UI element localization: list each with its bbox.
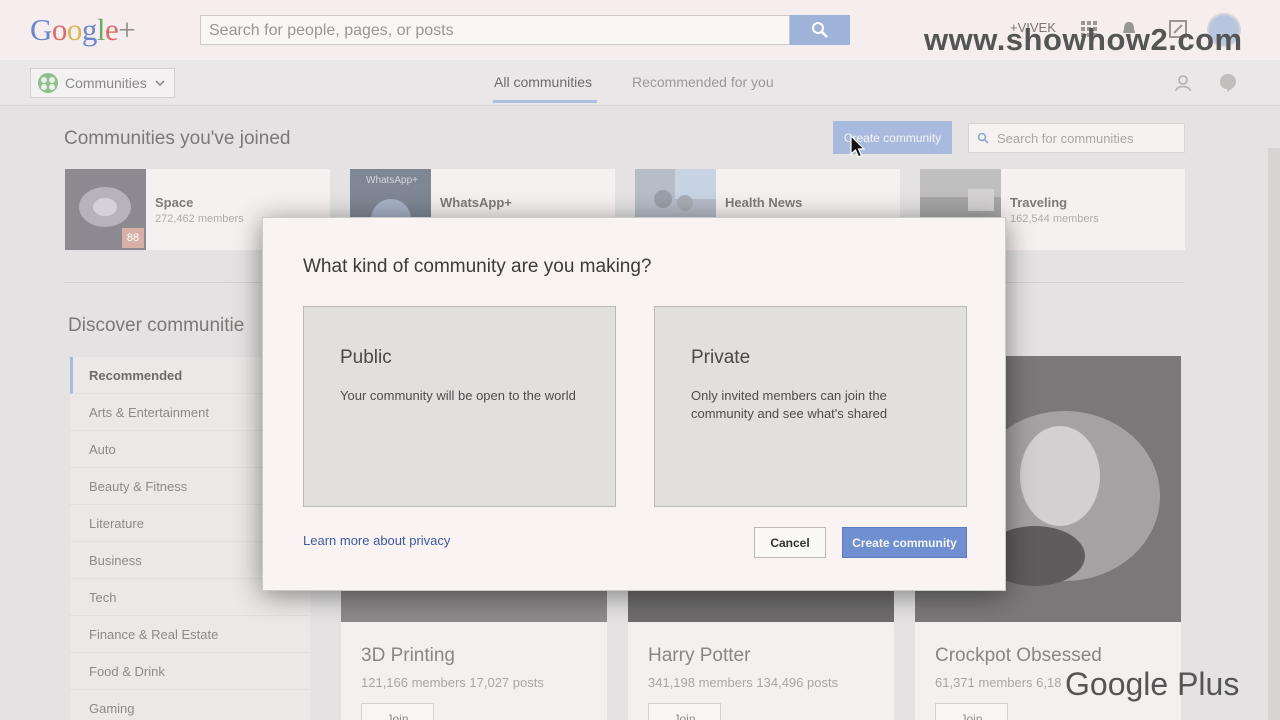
cancel-button[interactable]: Cancel xyxy=(754,527,826,558)
community-members: 162,544 members xyxy=(1010,213,1099,225)
communities-dropdown[interactable]: Communities xyxy=(30,68,175,98)
category-item-food[interactable]: Food & Drink xyxy=(70,653,310,690)
search-placeholder: Search for communities xyxy=(997,130,1134,146)
community-name: Space xyxy=(155,195,194,210)
search-icon xyxy=(812,22,828,38)
community-search-input[interactable]: Search for communities xyxy=(968,123,1185,153)
mouse-cursor-icon xyxy=(850,135,866,158)
search-icon xyxy=(977,132,989,144)
page-scrollbar[interactable] xyxy=(1268,148,1280,720)
create-community-confirm-button[interactable]: Create community xyxy=(842,527,967,558)
join-button[interactable]: Join xyxy=(935,703,1008,720)
discover-section-title: Discover communitie xyxy=(68,315,245,336)
search-button[interactable] xyxy=(790,15,850,45)
community-meta: 121,166 members 17,027 posts xyxy=(361,675,544,690)
community-title: 3D Printing xyxy=(361,645,455,666)
join-button[interactable]: Join xyxy=(648,703,721,720)
community-name: Traveling xyxy=(1010,195,1068,210)
tab-all-communities[interactable]: All communities xyxy=(494,74,592,90)
create-community-dialog: What kind of community are you making? P… xyxy=(262,217,1006,591)
joined-section-title: Communities you've joined xyxy=(64,128,291,149)
active-tab-indicator xyxy=(493,100,597,103)
thumb-text: WhatsApp+ xyxy=(366,175,418,186)
search-input[interactable]: Search for people, pages, or posts xyxy=(200,15,790,45)
option-title-public: Public xyxy=(340,347,392,368)
option-desc-private: Only invited members can join the commun… xyxy=(691,388,888,421)
option-title-private: Private xyxy=(691,347,751,368)
community-meta: 341,198 members 134,496 posts xyxy=(648,675,839,690)
google-plus-logo[interactable]: Google+ xyxy=(30,12,136,48)
community-name: WhatsApp+ xyxy=(440,195,512,210)
hangouts-icon[interactable] xyxy=(1217,72,1239,94)
category-item-finance[interactable]: Finance & Real Estate xyxy=(70,616,310,653)
chevron-down-icon xyxy=(155,80,165,86)
communities-icon xyxy=(38,73,58,93)
community-meta: 61,371 members 6,18 xyxy=(935,675,1062,690)
private-option-card[interactable]: Private Only invited members can join th… xyxy=(654,306,967,507)
tab-recommended[interactable]: Recommended for you xyxy=(632,74,774,90)
community-name: Health News xyxy=(725,195,803,210)
community-title: Harry Potter xyxy=(648,645,751,666)
community-members: 272,462 members xyxy=(155,213,244,225)
dialog-title: What kind of community are you making? xyxy=(303,256,652,277)
communities-notification-icon[interactable] xyxy=(1172,72,1194,94)
option-desc-public: Your community will be open to the world xyxy=(340,388,576,403)
community-title: Crockpot Obsessed xyxy=(935,645,1102,666)
notification-badge: 88 xyxy=(122,228,144,248)
learn-privacy-link[interactable]: Learn more about privacy xyxy=(303,533,450,548)
watermark-url: www.showhow2.com xyxy=(924,22,1243,57)
join-button[interactable]: Join xyxy=(361,703,434,720)
dropdown-label: Communities xyxy=(65,75,147,91)
category-item-gaming[interactable]: Gaming xyxy=(70,690,310,720)
public-option-card[interactable]: Public Your community will be open to th… xyxy=(303,306,616,507)
watermark-title: Google Plus xyxy=(1065,666,1240,702)
